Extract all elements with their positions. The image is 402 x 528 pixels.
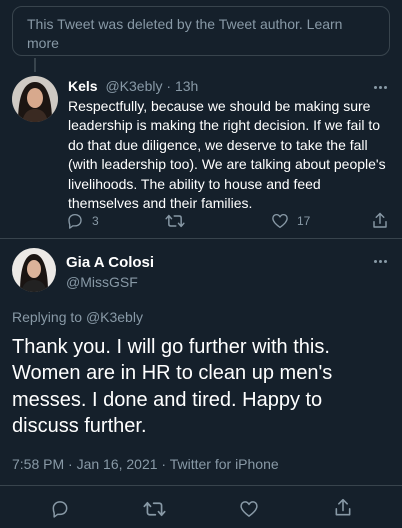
divider <box>0 485 402 486</box>
main-author-handle[interactable]: @MissGSF <box>66 274 138 290</box>
tweet-meta: 7:58 PM · Jan 16, 2021 · Twitter for iPh… <box>12 456 279 472</box>
like-icon <box>240 501 258 517</box>
reply-icon <box>68 213 82 229</box>
deleted-notice-text: This Tweet was deleted by the Tweet auth… <box>27 16 303 32</box>
like-icon <box>272 213 288 229</box>
separator-dot: · <box>166 78 172 94</box>
main-author-name[interactable]: Gia A Colosi <box>66 254 154 271</box>
reply-author-name[interactable]: Kels <box>68 78 98 94</box>
reply-button[interactable]: 3 <box>66 212 99 230</box>
like-count: 17 <box>297 214 311 228</box>
like-button[interactable]: 17 <box>271 212 310 230</box>
reply-author-handle[interactable]: @K3ebly <box>105 78 162 94</box>
thread-connector <box>34 58 36 72</box>
share-button[interactable] <box>371 211 389 231</box>
reply-header: Kels @K3ebly · 13h <box>68 78 198 94</box>
divider <box>0 238 402 239</box>
like-button[interactable] <box>239 499 259 524</box>
retweet-icon <box>143 501 166 517</box>
main-tweet-text: Thank you. I will go further with this. … <box>12 336 333 437</box>
avatar[interactable] <box>12 76 58 122</box>
more-icon[interactable] <box>370 82 390 92</box>
deleted-tweet-notice: This Tweet was deleted by the Tweet auth… <box>12 6 390 56</box>
reply-tweet-text: Respectfully, because we should be makin… <box>68 98 386 212</box>
share-icon <box>335 498 351 516</box>
replying-handle[interactable]: @K3ebly <box>86 309 143 325</box>
retweet-button[interactable] <box>143 499 166 524</box>
reply-count: 3 <box>92 214 99 228</box>
retweet-button[interactable] <box>165 212 185 230</box>
replying-prefix: Replying to <box>12 309 83 325</box>
replying-to: Replying to @K3ebly <box>12 309 143 325</box>
share-icon <box>373 212 387 228</box>
share-button[interactable] <box>333 497 353 524</box>
reply-icon <box>52 501 68 518</box>
avatar[interactable] <box>12 248 56 292</box>
retweet-icon <box>165 214 185 228</box>
more-icon[interactable] <box>370 256 390 266</box>
reply-time[interactable]: 13h <box>175 78 198 94</box>
reply-button[interactable] <box>50 499 70 524</box>
